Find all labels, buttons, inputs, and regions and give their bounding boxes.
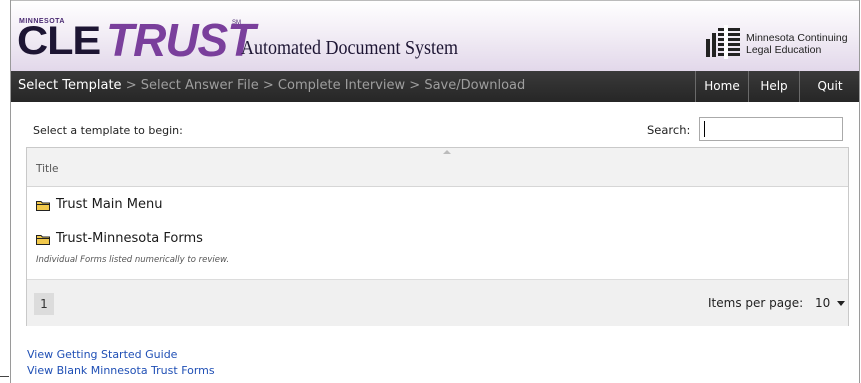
column-header-title[interactable]: Title [36, 163, 59, 175]
step-separator: > [405, 78, 425, 93]
getting-started-guide-link[interactable]: View Getting Started Guide [27, 348, 177, 361]
home-button[interactable]: Home [695, 71, 748, 102]
grid-header[interactable]: Title [27, 148, 848, 187]
left-edge-line [0, 376, 9, 377]
sort-arrow-icon [443, 150, 451, 154]
chevron-down-icon [837, 301, 845, 306]
folder-icon [36, 235, 50, 245]
help-button[interactable]: Help [748, 71, 799, 102]
page-number-button[interactable]: 1 [34, 293, 54, 315]
step-select-answer-file: Select Answer File [140, 78, 259, 93]
step-select-template: Select Template [18, 78, 122, 93]
template-grid: Title Trust Main Menu Trust-Minnesota Fo… [26, 147, 849, 326]
folder-icon [36, 201, 50, 211]
items-per-page-label: Items per page: [708, 296, 804, 310]
items-per-page-value: 10 [815, 296, 831, 310]
row-title[interactable]: Trust Main Menu [56, 197, 162, 212]
mcle-emblem-icon [706, 25, 740, 59]
step-separator: > [121, 78, 141, 93]
text-caret [704, 121, 705, 137]
step-complete-interview: Complete Interview [277, 78, 406, 93]
nav-bar: Select Template > Select Answer File > C… [11, 71, 859, 102]
template-row-trust-main-menu[interactable]: Trust Main Menu [27, 194, 848, 224]
row-description: Individual Forms listed numerically to r… [36, 255, 230, 265]
search-input[interactable] [699, 117, 843, 141]
search-label: Search: [647, 123, 691, 137]
template-row-trust-minnesota-forms[interactable]: Trust-Minnesota Forms Individual Forms l… [27, 228, 848, 274]
quit-button[interactable]: Quit [799, 71, 860, 102]
step-save-download: Save/Download [424, 78, 526, 93]
step-separator: > [258, 78, 278, 93]
app-subtitle: Automated Document System [241, 37, 458, 59]
blank-trust-forms-link[interactable]: View Blank Minnesota Trust Forms [27, 364, 215, 377]
org-name-line1: Minnesota Continuing [746, 32, 848, 44]
org-name: Minnesota Continuing Legal Education [746, 32, 848, 56]
logo-cle: CLE [17, 19, 101, 63]
items-per-page-select[interactable]: 10 [813, 292, 847, 314]
select-template-prompt: Select a template to begin: [33, 124, 183, 137]
row-title[interactable]: Trust-Minnesota Forms [56, 231, 203, 246]
wizard-steps: Select Template > Select Answer File > C… [18, 78, 525, 93]
service-mark: SM [232, 20, 241, 26]
header-banner: MINNESOTA CLE TRUST SM Automated Documen… [11, 0, 859, 71]
org-name-line2: Legal Education [746, 44, 822, 56]
app-window: MINNESOTA CLE TRUST SM Automated Documen… [10, 0, 860, 383]
grid-pager: 1 Items per page: 10 [27, 279, 848, 326]
